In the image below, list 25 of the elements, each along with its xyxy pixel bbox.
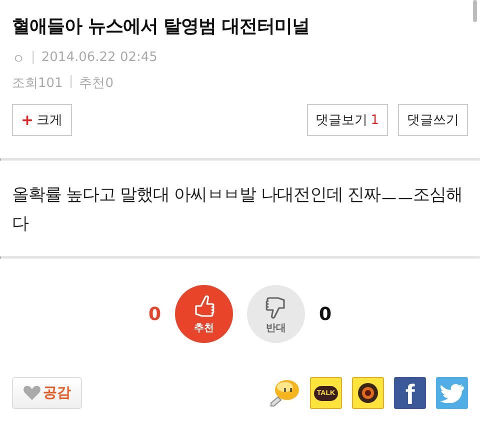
post-date: 2014.06.22 02:45	[41, 50, 158, 67]
camera-share-button[interactable]	[352, 377, 384, 409]
enlarge-text-button[interactable]: + 크게	[12, 104, 72, 136]
bird-icon	[440, 383, 464, 403]
write-comment-button[interactable]: 댓글쓰기	[398, 104, 468, 136]
thumbs-up-icon	[192, 294, 216, 320]
heart-icon	[23, 385, 41, 401]
separator: |	[68, 74, 74, 91]
oppose-count: 0	[319, 304, 332, 324]
camera-lens-icon	[357, 382, 379, 404]
article-title: 혈애들아 뉴스에서 탈영범 대전터미널	[12, 15, 310, 38]
author-name: ㅇ	[12, 51, 25, 68]
recommend-count: 추천0	[79, 75, 114, 92]
view-count: 조회101	[12, 75, 63, 92]
smiley-pencil-icon	[268, 377, 300, 409]
separator: |	[31, 50, 36, 67]
view-comments-button[interactable]: 댓글보기 1	[306, 104, 388, 136]
post-body: 올확률 높다고 말했대 아씨ㅂㅂ발 나대전인데 진짜ㅡㅡ조심해 다	[11, 184, 464, 236]
scrollbar[interactable]	[473, 0, 477, 22]
recommend-button[interactable]: 추천	[175, 285, 233, 343]
emoticon-button[interactable]	[268, 377, 300, 409]
oppose-button[interactable]: 반대	[247, 285, 305, 343]
twitter-share-button[interactable]	[436, 377, 468, 409]
recommend-count: 0	[148, 304, 161, 324]
facebook-share-button[interactable]: f	[394, 377, 426, 409]
